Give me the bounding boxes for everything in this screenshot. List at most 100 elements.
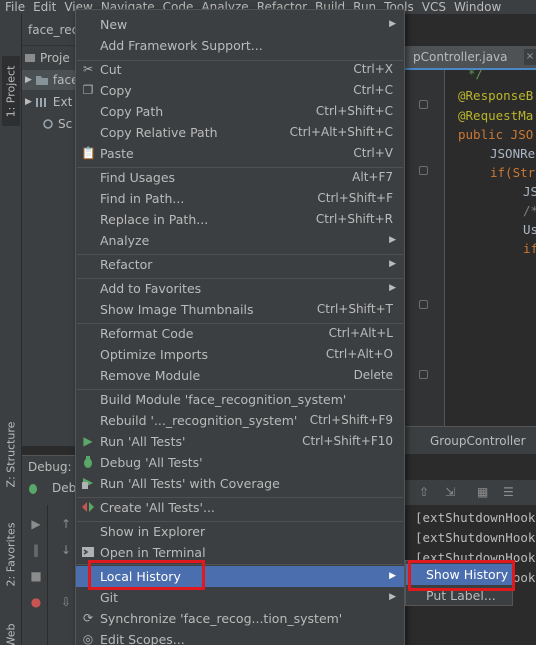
scopes-icon: ◎ [82, 632, 94, 645]
submenu-arrow-icon: ▶ [389, 259, 396, 269]
scroll-up-icon[interactable]: ⇧ [419, 485, 429, 499]
menu-item-debug-all-tests[interactable]: Debug 'All Tests' [76, 452, 404, 473]
structure-tool-button[interactable]: Z: Structure [2, 419, 20, 489]
menu-window[interactable]: Window [449, 0, 504, 14]
menu-item-edit-scopes[interactable]: ◎ Edit Scopes... [76, 629, 404, 645]
menu-item-find-in-path[interactable]: Find in Path... Ctrl+Shift+F [76, 188, 404, 209]
terminal-icon [81, 545, 95, 559]
highlight-box [88, 560, 205, 590]
menu-item-refactor[interactable]: Refactor ▶ [76, 254, 404, 275]
menu-item-run-all-tests[interactable]: ▶ Run 'All Tests' Ctrl+Shift+F10 [76, 431, 404, 452]
bug-icon [29, 484, 37, 494]
menu-item-show-in-explorer[interactable]: Show in Explorer [76, 521, 404, 542]
menu-item-git[interactable]: Git ▶ [76, 587, 404, 608]
menu-item-copy[interactable]: ❐ Copy Ctrl+C [76, 80, 404, 101]
menu-item-copy-relative-path[interactable]: Copy Relative Path Ctrl+Alt+Shift+C [76, 122, 404, 143]
menu-item-create-all-tests[interactable]: Create 'All Tests'... [76, 497, 404, 518]
favorites-tool-button[interactable]: 2: Favorites [2, 514, 20, 594]
code-line: public JSO [458, 127, 534, 142]
debug-toolbar: ▶ ‖ ■ ● [22, 505, 48, 645]
menu-item-add-framework-support[interactable]: Add Framework Support... [76, 35, 404, 56]
menu-item-cut[interactable]: ✂ Cut Ctrl+X [76, 59, 404, 80]
close-tab-icon[interactable]: × [524, 49, 536, 65]
breakpoints-icon[interactable]: ● [29, 595, 43, 609]
menu-item-copy-path[interactable]: Copy Path Ctrl+Shift+C [76, 101, 404, 122]
code-line: */ [468, 66, 484, 81]
console-line: [extShutdownHook [415, 530, 536, 545]
editor-gutter [405, 70, 445, 426]
menu-item-optimize-imports[interactable]: Optimize Imports Ctrl+Alt+O [76, 344, 404, 365]
submenu-arrow-icon: ▶ [389, 571, 396, 581]
menu-item-paste[interactable]: 📋 Paste Ctrl+V [76, 143, 404, 164]
code-line: /* [523, 203, 536, 218]
scissors-icon: ✂ [82, 62, 94, 76]
submenu-arrow-icon: ▶ [389, 235, 396, 245]
highlight-box [408, 560, 515, 591]
folder-icon [35, 76, 48, 85]
expand-arrow-icon[interactable]: ▶ [25, 75, 32, 85]
menu-item-build-module[interactable]: Build Module 'face_recognition_system' [76, 389, 404, 410]
project-view-selector[interactable]: Proje [24, 48, 70, 68]
menu-item-run-with-coverage[interactable]: Run 'All Tests' with Coverage [76, 473, 404, 494]
rerun-icon[interactable]: ▶ [29, 517, 43, 531]
menu-item-synchronize[interactable]: ⟳ Synchronize 'face_recog...tion_system' [76, 608, 404, 629]
menu-item-replace-in-path[interactable]: Replace in Path... Ctrl+Shift+R [76, 209, 404, 230]
submenu-arrow-icon: ▶ [389, 19, 396, 29]
run-icon: ▶ [83, 434, 93, 448]
breadcrumb[interactable]: face_reco [22, 14, 86, 46]
step-down-icon[interactable]: ↓ [59, 543, 73, 557]
menu-item-add-to-favorites[interactable]: Add to Favorites ▶ [76, 278, 404, 299]
fold-marker-icon[interactable] [419, 300, 428, 309]
code-line: JSONRe [490, 146, 536, 161]
step-into-icon[interactable]: ⇩ [59, 595, 73, 609]
stop-icon[interactable]: ■ [29, 569, 43, 583]
menu-item-rebuild[interactable]: Rebuild '..._recognition_system' Ctrl+Sh… [76, 410, 404, 431]
project-tool-button[interactable]: 1: Project [2, 56, 20, 126]
paste-icon: 📋 [81, 146, 96, 160]
coverage-icon [81, 476, 95, 490]
menu-item-find-usages[interactable]: Find Usages Alt+F7 [76, 167, 404, 188]
context-menu: New ▶ Add Framework Support... ✂ Cut Ctr… [75, 9, 405, 645]
tree-item-scratches[interactable]: Sc [42, 114, 72, 134]
menu-file[interactable]: File [0, 0, 28, 14]
web-tool-button[interactable]: Web [2, 612, 20, 645]
step-up-icon[interactable]: ↑ [59, 517, 73, 531]
fold-marker-icon[interactable] [419, 166, 428, 175]
project-icon [25, 54, 35, 62]
menu-item-reformat-code[interactable]: Reformat Code Ctrl+Alt+L [76, 323, 404, 344]
scratches-icon [43, 119, 53, 129]
list-icon[interactable]: ☰ [503, 485, 514, 499]
submenu-arrow-icon: ▶ [389, 283, 396, 293]
menu-vcs[interactable]: VCS [417, 0, 449, 14]
tool-window-stripe: 1: Project Z: Structure 2: Favorites Web [0, 14, 22, 645]
debug-icon [81, 455, 95, 469]
project-panel: Proje ▶ face ▶ Ext Sc [22, 46, 82, 446]
pause-icon[interactable]: ‖ [29, 543, 43, 557]
sync-icon: ⟳ [82, 611, 94, 625]
debug-tab[interactable]: Deb [26, 481, 76, 495]
code-line: Us [523, 222, 536, 237]
expand-arrow-icon[interactable]: ▶ [25, 97, 32, 107]
menu-item-show-image-thumbnails[interactable]: Show Image Thumbnails Ctrl+Shift+T [76, 299, 404, 320]
submenu-arrow-icon: ▶ [389, 592, 396, 602]
copy-icon: ❐ [82, 83, 94, 97]
code-line: JS [523, 184, 536, 199]
editor-breadcrumb[interactable]: GroupController [405, 426, 536, 454]
create-config-icon [81, 500, 95, 514]
code-line: @ResponseB [458, 88, 534, 103]
menu-item-new[interactable]: New ▶ [76, 14, 404, 35]
code-line: if(Str [490, 165, 536, 180]
menu-item-remove-module[interactable]: Remove Module Delete [76, 365, 404, 386]
tree-item-module[interactable]: ▶ face [22, 70, 82, 90]
filter-icon[interactable]: ⇲ [445, 485, 455, 499]
console-line: [extShutdownHook [415, 510, 536, 525]
menu-edit[interactable]: Edit [28, 0, 59, 14]
code-line: @RequestMa [458, 108, 534, 123]
fold-marker-icon[interactable] [419, 370, 428, 379]
code-line: if [523, 241, 536, 256]
tree-item-external-libraries[interactable]: ▶ Ext [22, 92, 72, 112]
grid-icon[interactable]: ▦ [477, 485, 488, 499]
fold-marker-icon[interactable] [419, 100, 428, 109]
menu-item-analyze[interactable]: Analyze ▶ [76, 230, 404, 251]
debug-panel-header: Debug: [22, 455, 82, 477]
